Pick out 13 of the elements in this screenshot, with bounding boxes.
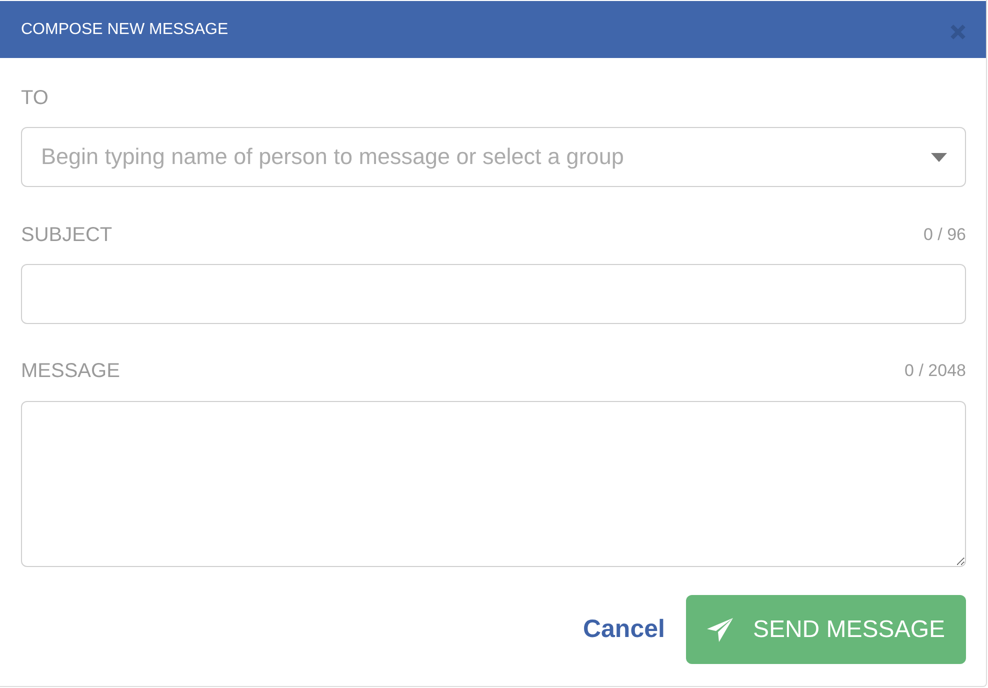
paper-plane-icon bbox=[706, 618, 733, 642]
message-field[interactable] bbox=[21, 401, 966, 567]
subject-field[interactable] bbox=[21, 264, 966, 324]
close-icon[interactable] bbox=[950, 24, 966, 40]
field-label: TO bbox=[21, 86, 48, 110]
cancel-link[interactable]: Cancel bbox=[582, 617, 665, 642]
field-label: SUBJECT bbox=[21, 223, 112, 247]
dialog-title: COMPOSE NEW MESSAGE bbox=[21, 20, 228, 40]
recipient-field[interactable]: Begin typing name of person to message or select a group bbox=[21, 127, 966, 187]
character-counter: 0 / 2048 bbox=[904, 360, 966, 382]
field-label: MESSAGE bbox=[21, 359, 120, 383]
character-counter: 0 / 96 bbox=[923, 224, 966, 246]
caret-down-icon[interactable] bbox=[931, 153, 947, 162]
